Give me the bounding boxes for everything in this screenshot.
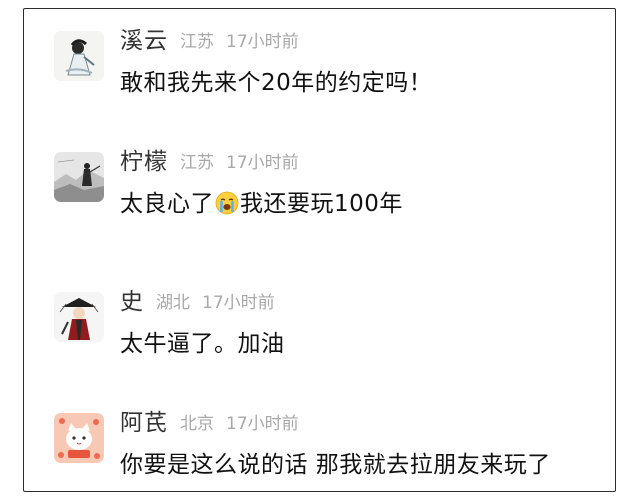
comment-item: 史 湖北 17小时前 太牛逼了。加油 [24, 270, 615, 370]
comment-text-part: 我还要玩100年 [240, 191, 403, 217]
comment-item: 阿芪 北京 17小时前 你要是这么说的话 那我就去拉朋友来玩了 [24, 391, 615, 491]
comment-location: 湖北 [156, 293, 190, 313]
comment-item: 溪云 江苏 17小时前 敢和我先来个20年的约定吗！ [24, 9, 615, 109]
cartoon-cat-avatar-icon[interactable] [54, 413, 104, 463]
comment-time: 17小时前 [226, 153, 299, 173]
comment-time: 17小时前 [202, 293, 275, 313]
comment-text: 太良心了 我还要玩100年 [120, 189, 403, 219]
comment-location: 北京 [180, 414, 214, 434]
ink-figure-avatar-icon[interactable] [54, 31, 104, 81]
hat-warrior-avatar-icon[interactable] [54, 292, 104, 342]
comment-list: 溪云 江苏 17小时前 敢和我先来个20年的约定吗！ 柠檬 江苏 17小时前 太良心… [23, 8, 616, 492]
loudly-crying-face-icon [215, 191, 239, 215]
commenter-name[interactable]: 柠檬 [120, 147, 168, 177]
comment-time: 17小时前 [226, 32, 299, 52]
comment-item: 柠檬 江苏 17小时前 太良心了 我还要玩100年 [24, 130, 615, 230]
comment-meta: 江苏 17小时前 [180, 30, 299, 54]
comment-text: 你要是这么说的话 那我就去拉朋友来玩了 [120, 452, 551, 478]
commenter-name[interactable]: 史 [120, 287, 144, 317]
comment-meta: 北京 17小时前 [180, 412, 299, 436]
comment-text: 敢和我先来个20年的约定吗！ [120, 70, 433, 96]
landscape-swordsman-avatar-icon[interactable] [54, 152, 104, 202]
comment-location: 江苏 [180, 32, 214, 52]
comment-time: 17小时前 [226, 414, 299, 434]
commenter-name[interactable]: 溪云 [120, 26, 168, 56]
commenter-name[interactable]: 阿芪 [120, 408, 168, 438]
comment-meta: 江苏 17小时前 [180, 151, 299, 175]
comment-text-part: 太良心了 [120, 191, 214, 217]
comment-meta: 湖北 17小时前 [156, 291, 275, 315]
comment-text: 太牛逼了。加油 [120, 331, 285, 357]
comment-location: 江苏 [180, 153, 214, 173]
